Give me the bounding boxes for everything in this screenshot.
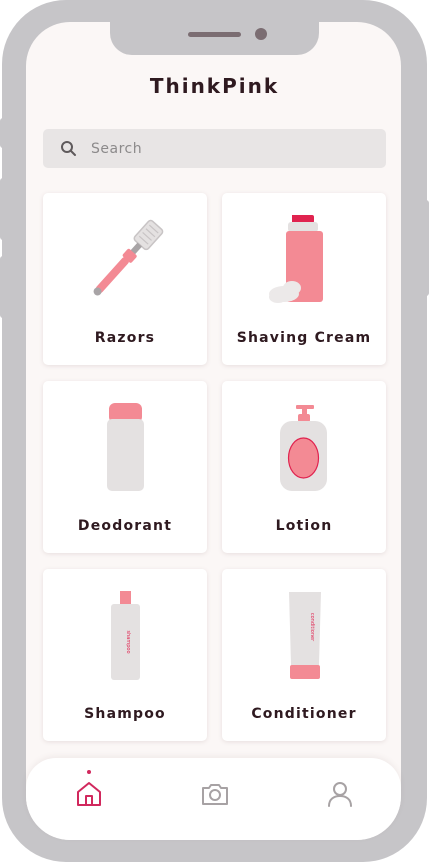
speaker-grille xyxy=(188,32,241,37)
conditioner-icon: conditioner xyxy=(289,592,321,679)
lotion-icon xyxy=(280,405,327,491)
category-label: Lotion xyxy=(275,518,333,534)
search-input[interactable] xyxy=(91,129,371,168)
conditioner-bottle-text: conditioner xyxy=(309,613,315,642)
category-label: Deodorant xyxy=(77,518,173,534)
notch xyxy=(110,22,319,55)
camera-icon xyxy=(202,784,228,805)
category-card-conditioner[interactable]: conditioner Conditioner xyxy=(222,569,386,741)
category-card-shampoo[interactable]: shampoo Shampoo xyxy=(43,569,207,741)
user-icon xyxy=(328,782,352,807)
side-button-mute xyxy=(0,118,6,148)
side-button-volume-up xyxy=(0,178,6,240)
home-icon xyxy=(77,782,101,806)
category-card-deodorant[interactable]: Deodorant xyxy=(43,381,207,553)
category-label: Shampoo xyxy=(84,706,166,722)
search-icon xyxy=(61,141,76,156)
active-indicator xyxy=(87,770,91,774)
side-button-volume-down xyxy=(0,256,6,318)
shampoo-bottle-text: shampoo xyxy=(125,630,131,653)
side-button-power xyxy=(423,200,429,296)
page-title: ThinkPink xyxy=(149,74,280,98)
nav-profile[interactable] xyxy=(310,758,370,828)
nav-camera[interactable] xyxy=(185,758,245,828)
search-bar[interactable] xyxy=(43,129,386,168)
category-label: Shaving Cream xyxy=(236,330,372,346)
shampoo-icon: shampoo xyxy=(111,591,140,680)
razor-icon xyxy=(93,219,164,296)
category-label: Conditioner xyxy=(251,706,357,722)
deodorant-icon xyxy=(107,403,144,491)
front-camera xyxy=(255,28,267,40)
bottom-nav xyxy=(26,758,401,840)
shaving-cream-icon xyxy=(269,215,323,303)
category-card-shaving-cream[interactable]: Shaving Cream xyxy=(222,193,386,365)
nav-home[interactable] xyxy=(59,758,119,828)
category-card-razors[interactable]: Razors xyxy=(43,193,207,365)
category-label: Razors xyxy=(94,330,156,346)
category-card-lotion[interactable]: Lotion xyxy=(222,381,386,553)
